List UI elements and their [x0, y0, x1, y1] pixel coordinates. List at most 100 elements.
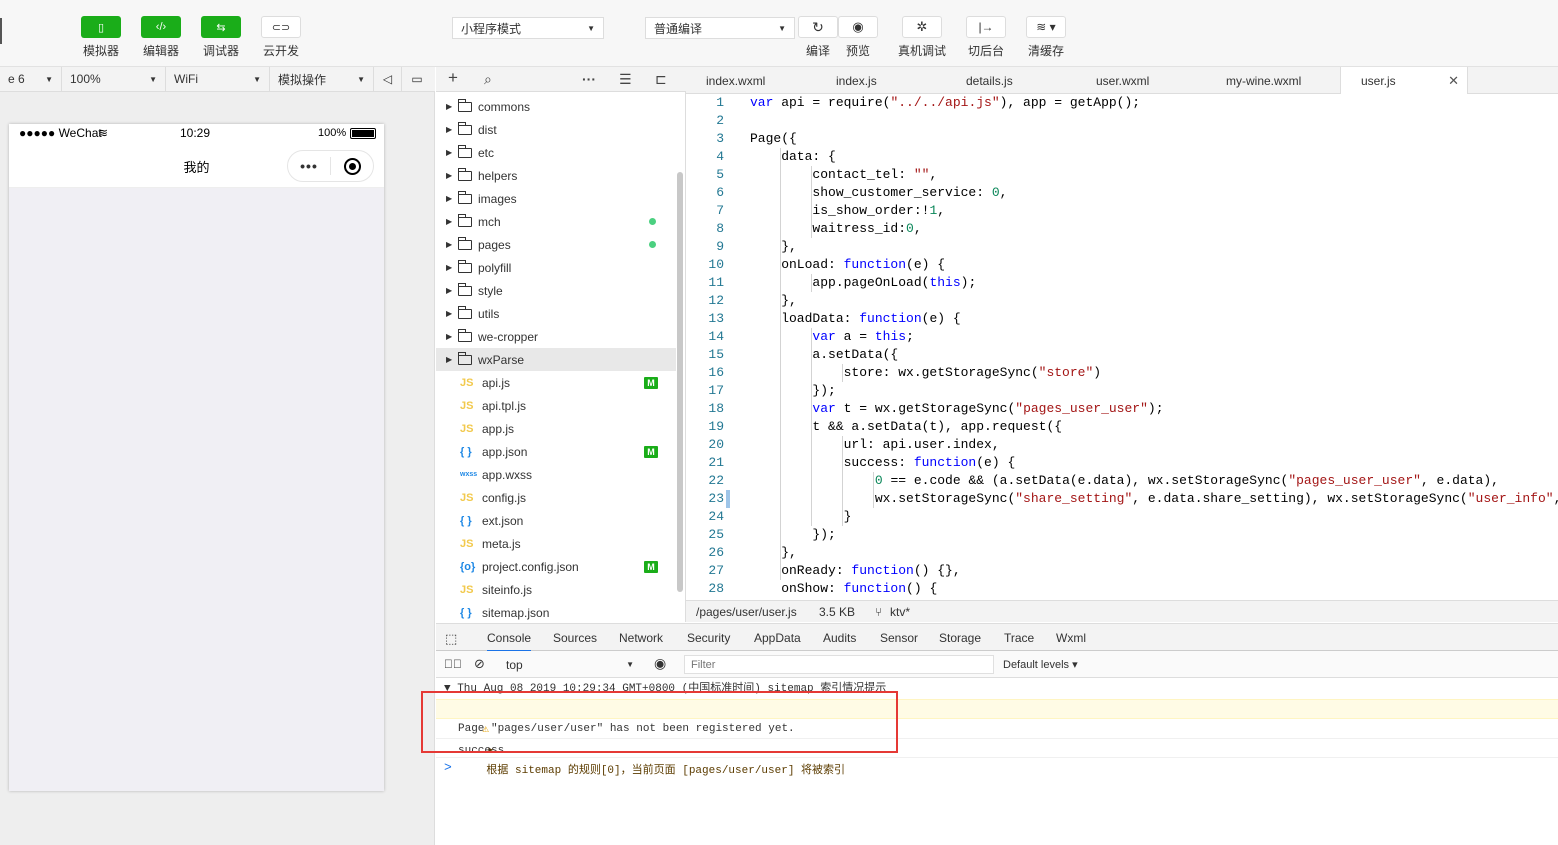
tab-my-wine-wxml[interactable]: my-wine.wxml [1226, 67, 1301, 94]
chevron-right-icon[interactable]: ▶ [446, 286, 458, 295]
chevron-right-icon[interactable]: ▶ [446, 263, 458, 272]
tab-trace[interactable]: Trace [1004, 631, 1034, 645]
tree-item-commons[interactable]: ▶ commons [436, 95, 676, 118]
tree-item-app-js[interactable]: JS app.js [436, 417, 676, 440]
tree-item-app-json[interactable]: { } app.json M [436, 440, 676, 463]
device-select[interactable]: e 6 ▼ [0, 66, 62, 92]
chevron-right-icon[interactable]: ▶ [446, 125, 458, 134]
tab-index-wxml[interactable]: index.wxml [706, 67, 765, 94]
chevron-down-icon: ▼ [778, 23, 786, 33]
tab-user-wxml[interactable]: user.wxml [1096, 67, 1149, 94]
code-text: data: { [750, 149, 836, 164]
tree-item-images[interactable]: ▶ images [436, 187, 676, 210]
branch-icon: ⑂ [875, 605, 883, 619]
network-select[interactable]: WiFi ▼ [166, 66, 270, 92]
more-icon[interactable]: ••• [288, 158, 330, 174]
tree-item-utils[interactable]: ▶ utils [436, 302, 676, 325]
remote-debug-button[interactable]: ✲ 真机调试 [897, 16, 947, 59]
sidebar-toggle-icon[interactable]: ▶⃞ [444, 657, 462, 671]
tree-item-siteinfo-js[interactable]: JS siteinfo.js [436, 578, 676, 601]
tab-details-js[interactable]: details.js [966, 67, 1013, 94]
preview-label: 预览 [845, 44, 870, 58]
chevron-right-icon[interactable]: ▶ [446, 217, 458, 226]
clear-cache-button[interactable]: ≋ ▾ 清缓存 [1021, 16, 1071, 59]
tree-item-etc[interactable]: ▶ etc [436, 141, 676, 164]
eye-icon[interactable]: ◉ [654, 655, 666, 672]
tree-item-project-config-json[interactable]: {o} project.config.json M [436, 555, 676, 578]
folder-icon [458, 144, 472, 158]
git-branch[interactable]: ktv* [890, 605, 910, 619]
debugger-toggle-button[interactable]: ⇆ 调试器 [196, 16, 246, 59]
clear-console-icon[interactable]: ⊘ [474, 656, 485, 672]
tree-item-app-wxss[interactable]: wxss app.wxss [436, 463, 676, 486]
tree-item-we-cropper[interactable]: ▶ we-cropper [436, 325, 676, 348]
layout-icon[interactable]: ⊏ [655, 71, 667, 88]
code-line: 1 var api = require("../../api.js"), app … [686, 94, 1558, 112]
tree-item-dist[interactable]: ▶ dist [436, 118, 676, 141]
code-text: }, [750, 239, 797, 254]
zoom-select[interactable]: 100% ▼ [62, 66, 166, 92]
editor-toggle-button[interactable]: ‹/› 编辑器 [136, 16, 186, 59]
tab-user-js[interactable]: user.js ✕ [1340, 67, 1468, 95]
add-icon[interactable]: + [448, 68, 458, 88]
tree-item-sitemap-json[interactable]: { } sitemap.json [436, 601, 676, 622]
tree-item-pages[interactable]: ▶ pages [436, 233, 676, 256]
code-line: 24 } [686, 508, 1558, 526]
log-levels-select[interactable]: Default levels ▾ [1003, 658, 1078, 671]
tab-console[interactable]: Console [487, 631, 532, 652]
simulator-toggle-button[interactable]: ▯ 模拟器 [76, 16, 126, 59]
tree-item-meta-js[interactable]: JS meta.js [436, 532, 676, 555]
context-select[interactable]: top ▼ [500, 655, 640, 674]
chevron-right-icon[interactable]: ▶ [446, 194, 458, 203]
phone-screen[interactable]: ●●●●● WeChat ≋ 10:29 100% 我的 ••• [9, 124, 384, 791]
tree-item-api-js[interactable]: JS api.js M [436, 371, 676, 394]
tab-appdata[interactable]: AppData [754, 631, 801, 645]
battery-icon [350, 128, 376, 139]
chevron-right-icon[interactable]: ▶ [446, 240, 458, 249]
tab-sensor[interactable]: Sensor [880, 631, 918, 645]
tab-index-js[interactable]: index.js [836, 67, 877, 94]
indent-guide [842, 364, 843, 382]
operation-select[interactable]: 模拟操作 ▼ [270, 66, 374, 92]
tree-item-api-tpl-js[interactable]: JS api.tpl.js [436, 394, 676, 417]
console-prompt[interactable]: > [436, 757, 1558, 777]
tree-item-polyfill[interactable]: ▶ polyfill [436, 256, 676, 279]
more-icon[interactable]: ··· [582, 71, 596, 87]
code-editor[interactable]: 1 var api = require("../../api.js"), app … [686, 94, 1558, 600]
volume-button[interactable]: ◁ [374, 66, 402, 92]
tree-item-ext-json[interactable]: { } ext.json [436, 509, 676, 532]
folder-icon [458, 236, 472, 250]
tree-item-label: pages [478, 237, 511, 252]
tab-network[interactable]: Network [619, 631, 663, 645]
file-tree-scrollbar[interactable] [677, 172, 683, 592]
tab-sources[interactable]: Sources [553, 631, 597, 645]
mode-select[interactable]: 小程序模式 ▼ [452, 17, 604, 39]
search-icon[interactable]: ⌕ [484, 71, 492, 88]
tree-item-style[interactable]: ▶ style [436, 279, 676, 302]
code-line: 19 t && a.setData(t), app.request({ [686, 418, 1558, 436]
tree-item-helpers[interactable]: ▶ helpers [436, 164, 676, 187]
close-icon[interactable]: ✕ [1448, 73, 1459, 89]
tree-item-wxparse[interactable]: ▶ wxParse [436, 348, 676, 371]
tab-storage[interactable]: Storage [939, 631, 981, 645]
tree-item-mch[interactable]: ▶ mch [436, 210, 676, 233]
detach-button[interactable]: ▭ [402, 67, 432, 92]
chevron-right-icon[interactable]: ▶ [446, 102, 458, 111]
console-filter-input[interactable] [684, 655, 994, 674]
chevron-right-icon[interactable]: ▶ [446, 148, 458, 157]
chevron-right-icon[interactable]: ▶ [446, 355, 458, 364]
tree-item-config-js[interactable]: JS config.js [436, 486, 676, 509]
collapse-icon[interactable]: ☰ [619, 71, 632, 88]
tab-audits[interactable]: Audits [823, 631, 856, 645]
chevron-right-icon[interactable]: ▶ [446, 332, 458, 341]
tab-security[interactable]: Security [687, 631, 730, 645]
background-button[interactable]: |→ 切后台 [961, 16, 1011, 59]
tab-wxml[interactable]: Wxml [1056, 631, 1086, 645]
inspect-icon[interactable]: ⬚ [445, 631, 457, 647]
close-miniprogram-button[interactable] [331, 157, 373, 175]
compile-select[interactable]: 普通编译 ▼ [645, 17, 795, 39]
cloud-dev-button[interactable]: ⊂⊃ 云开发 [256, 16, 306, 59]
chevron-right-icon[interactable]: ▶ [446, 171, 458, 180]
chevron-right-icon[interactable]: ▶ [446, 309, 458, 318]
preview-button[interactable]: ◉ 预览 [833, 16, 883, 59]
